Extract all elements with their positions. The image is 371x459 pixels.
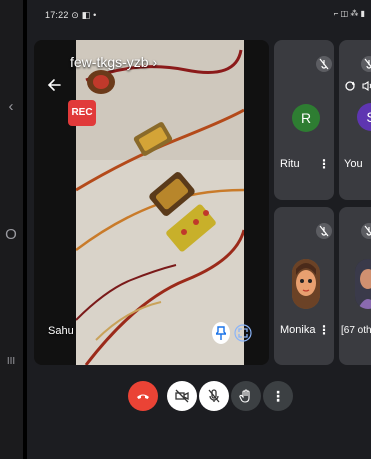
pin-button[interactable] (212, 322, 230, 344)
mic-off-icon (361, 223, 371, 239)
shared-video-frame (76, 40, 244, 365)
hang-up-icon (137, 394, 149, 399)
avatar: R (292, 104, 320, 132)
notification-icons: ⊙ ◧ • (71, 10, 97, 20)
recents-nav-button[interactable]: III (3, 352, 19, 372)
status-icons: ⌐ ◫ ⁂ ▮ (333, 9, 365, 18)
participant-name: [67 others (341, 325, 371, 336)
participant-name: You (344, 158, 363, 170)
system-navigation-bar: ‹ O III (0, 0, 23, 459)
participant-tile-you[interactable]: S You (339, 40, 371, 200)
participant-tile-monika[interactable]: Monika ⋮ (274, 207, 334, 365)
more-options-icon[interactable]: ⋮ (318, 323, 330, 337)
more-options-button[interactable]: ⋮ (263, 381, 293, 411)
clock: 17:22 (45, 10, 69, 20)
participant-name: Ritu (280, 158, 300, 170)
end-call-button[interactable] (128, 381, 158, 411)
main-video-tile[interactable]: few-tkgs-yzb › REC Sahu (34, 40, 269, 365)
status-time: 17:22 ⊙ ◧ • (45, 10, 96, 21)
mic-off-icon (316, 56, 332, 72)
speaker-icon[interactable] (361, 80, 371, 92)
home-nav-button[interactable]: O (3, 225, 19, 245)
participant-count: 67 others (343, 325, 371, 336)
avatar: S (357, 103, 371, 131)
mic-off-icon (361, 56, 371, 72)
fullscreen-icon[interactable] (234, 324, 252, 342)
chevron-right-icon: › (152, 54, 158, 70)
camera-toggle-button[interactable] (167, 381, 197, 411)
camera-off-icon (175, 389, 189, 403)
hand-icon (239, 389, 250, 403)
recording-badge: REC (68, 100, 96, 126)
meeting-code-text: few-tkgs-yzb (70, 54, 149, 70)
avatar (292, 259, 320, 309)
meet-screen: 17:22 ⊙ ◧ • ⌐ ◫ ⁂ ▮ few-tkgs-yzb › REC S… (27, 0, 371, 459)
participant-name: Monika (280, 324, 316, 336)
mic-off-icon (208, 389, 220, 403)
mic-off-icon (316, 223, 332, 239)
raise-hand-button[interactable] (231, 381, 261, 411)
status-bar: 17:22 ⊙ ◧ • ⌐ ◫ ⁂ ▮ (27, 0, 371, 30)
back-arrow-icon[interactable] (46, 76, 64, 94)
more-vertical-icon: ⋮ (271, 387, 285, 404)
pin-icon (216, 326, 226, 340)
participant-tile-ritu[interactable]: R Ritu ⋮ (274, 40, 334, 200)
participant-tile-others[interactable]: [67 others (339, 207, 371, 365)
avatar (355, 259, 371, 309)
meeting-code[interactable]: few-tkgs-yzb › (70, 54, 157, 70)
back-nav-button[interactable]: ‹ (3, 97, 19, 117)
switch-camera-icon[interactable] (344, 80, 356, 92)
mic-toggle-button[interactable] (199, 381, 229, 411)
more-options-icon[interactable]: ⋮ (318, 157, 330, 171)
presenter-name: Sahu (48, 325, 74, 337)
